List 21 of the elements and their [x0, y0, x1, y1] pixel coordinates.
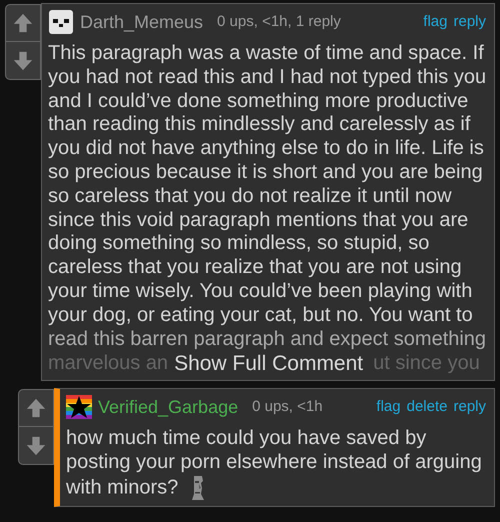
up-arrow-icon — [12, 12, 34, 34]
stone-head-icon — [190, 474, 206, 501]
downvote-button[interactable] — [18, 427, 54, 466]
down-arrow-icon — [25, 434, 47, 457]
action-link[interactable]: flag — [423, 10, 448, 34]
comment-meta: 0 ups, <1h — [252, 397, 323, 418]
username-link[interactable]: Darth_Memeus — [80, 8, 204, 36]
rainbow-star-icon — [66, 394, 92, 420]
upvote-button[interactable] — [18, 389, 54, 428]
action-link[interactable]: flag — [376, 396, 401, 419]
action-link[interactable]: reply — [453, 10, 486, 34]
upvote-button[interactable] — [5, 4, 41, 42]
comment-text: how much time could you have saved by posting your porn elsewhere instead of arguing with minors? — [66, 427, 491, 501]
username-link[interactable]: Verified_Garbage — [98, 394, 238, 421]
skull-icon — [48, 9, 74, 35]
action-link[interactable]: reply — [453, 396, 486, 419]
comment-meta: 0 ups, <1h, 1 reply — [217, 12, 341, 32]
downvote-button[interactable] — [5, 42, 41, 80]
action-link[interactable]: delete — [406, 396, 448, 419]
down-arrow-icon — [12, 50, 34, 72]
up-arrow-icon — [25, 397, 47, 420]
